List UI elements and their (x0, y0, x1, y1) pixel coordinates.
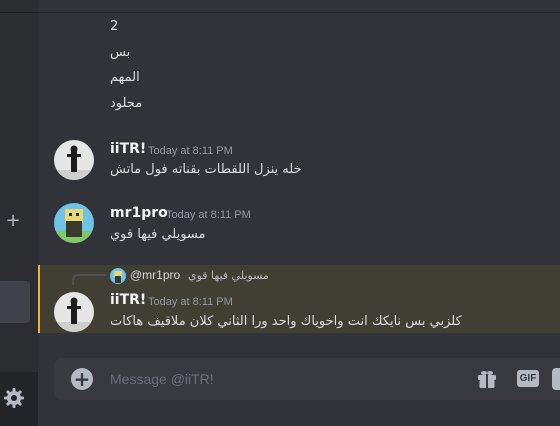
plus-icon[interactable]: + (71, 368, 93, 390)
avatar[interactable] (54, 203, 94, 243)
username[interactable]: iiTR! (110, 292, 146, 308)
message-text: بس (110, 45, 131, 60)
reply-preview[interactable]: مسويلي فيها قوي (188, 269, 269, 282)
message-text: مسويلي فيها قوي (110, 227, 206, 242)
message-composer: + GIF (54, 358, 560, 400)
reply-avatar[interactable] (110, 268, 126, 284)
avatar[interactable] (54, 140, 94, 180)
gear-icon[interactable] (2, 386, 26, 410)
message-input[interactable] (110, 367, 410, 391)
reply-connector (72, 274, 106, 285)
timestamp: Today at 8:11 PM (148, 296, 233, 308)
gif-button[interactable]: GIF (517, 370, 539, 387)
reply-author[interactable]: @mr1pro (130, 268, 180, 282)
gift-icon[interactable] (476, 368, 498, 390)
message-text: المهم (110, 70, 140, 85)
message-text: 2 (110, 19, 119, 34)
username[interactable]: iiTR! (110, 141, 146, 157)
avatar[interactable] (54, 292, 94, 332)
message-text: كلزبي بس نايكك انت واخوياك واحد ورا الثا… (110, 314, 462, 329)
divider (38, 12, 560, 13)
add-dm-button[interactable]: + (0, 210, 26, 232)
sticker-icon[interactable] (552, 368, 560, 390)
divider (0, 12, 38, 13)
mention-bar (38, 265, 40, 333)
message-text: خله ينزل اللقطات بقناته فول ماتش (110, 162, 302, 177)
message-text: مجلود (110, 96, 143, 111)
timestamp: Today at 8:11 PM (148, 145, 233, 157)
timestamp: Today at 8:11 PM (166, 209, 251, 221)
sidebar: + (0, 0, 38, 426)
selected-dm-item[interactable] (0, 281, 30, 323)
username[interactable]: mr1pro (110, 205, 168, 221)
